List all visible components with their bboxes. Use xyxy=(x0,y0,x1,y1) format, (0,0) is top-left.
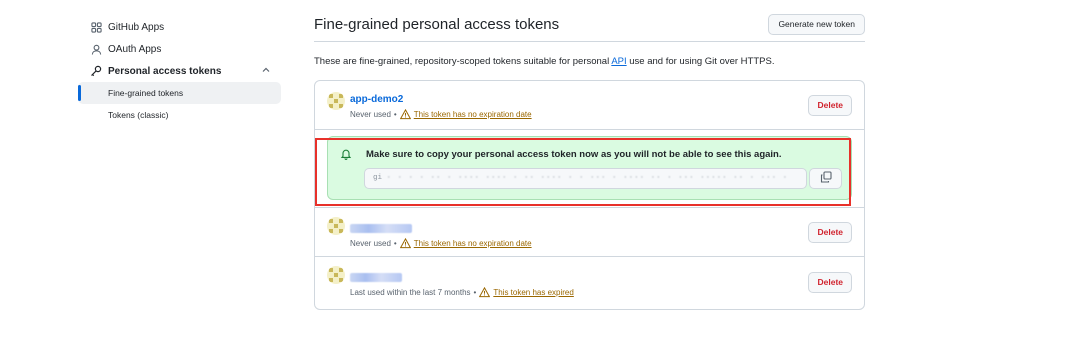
token-warning-link[interactable]: This token has expired xyxy=(493,288,574,297)
generate-new-token-button[interactable]: Generate new token xyxy=(768,14,865,35)
meta-separator: • xyxy=(473,288,477,297)
copy-token-flash: Make sure to copy your personal access t… xyxy=(327,136,852,200)
sidebar-item-tokens-classic[interactable]: Tokens (classic) xyxy=(78,104,281,126)
token-row: Never used • This token has no expiratio… xyxy=(315,208,864,257)
sidebar-sub-label: Tokens (classic) xyxy=(108,110,169,120)
main-content: Fine-grained personal access tokens Gene… xyxy=(314,14,865,310)
sidebar-item-github-apps[interactable]: GitHub Apps xyxy=(78,16,281,38)
sidebar-item-label: OAuth Apps xyxy=(108,43,162,55)
avatar xyxy=(327,92,345,110)
delete-button[interactable]: Delete xyxy=(808,95,852,116)
token-row: Last used within the last 7 months • Thi… xyxy=(315,257,864,309)
bell-icon xyxy=(340,148,352,160)
apps-icon xyxy=(90,21,102,33)
token-meta: Never used • This token has no expiratio… xyxy=(350,108,532,120)
description-text: These are fine-grained, repository-scope… xyxy=(314,56,612,67)
sidebar-item-label: GitHub Apps xyxy=(108,21,165,33)
token-warning-link[interactable]: This token has no expiration date xyxy=(414,239,532,248)
api-link[interactable]: API xyxy=(611,56,626,67)
avatar xyxy=(327,217,345,235)
meta-separator: • xyxy=(393,239,397,248)
alert-icon xyxy=(399,237,411,249)
token-row: app-demo2 Never used • This token has no… xyxy=(315,81,864,130)
token-prefix: gi xyxy=(373,174,383,182)
page-header: Fine-grained personal access tokens Gene… xyxy=(314,14,865,42)
token-name-redacted[interactable] xyxy=(350,224,412,233)
description-text-end: use and for using Git over HTTPS. xyxy=(626,56,775,67)
sidebar-item-label: Personal access tokens xyxy=(108,65,222,77)
token-status: Never used xyxy=(350,110,391,119)
settings-sidebar: GitHub Apps OAuth Apps Personal access t… xyxy=(78,16,281,126)
alert-icon xyxy=(479,286,491,298)
token-meta: Last used within the last 7 months • Thi… xyxy=(350,286,574,298)
key-icon xyxy=(90,65,102,77)
token-suffix: ivHj xyxy=(780,188,798,189)
token-status: Last used within the last 7 months xyxy=(350,288,471,297)
token-name-redacted[interactable] xyxy=(350,273,402,282)
flash-message: Make sure to copy your personal access t… xyxy=(366,149,782,160)
delete-button[interactable]: Delete xyxy=(808,272,852,293)
avatar xyxy=(327,266,345,284)
token-name-link[interactable]: app-demo2 xyxy=(350,94,403,105)
chevron-up-icon[interactable] xyxy=(261,65,273,77)
person-icon xyxy=(90,43,102,55)
token-status: Never used xyxy=(350,239,391,248)
alert-icon xyxy=(399,108,411,120)
token-warning-link[interactable]: This token has no expiration date xyxy=(414,110,532,119)
page-description: These are fine-grained, repository-scope… xyxy=(314,56,865,67)
token-list: app-demo2 Never used • This token has no… xyxy=(314,80,865,310)
token-value-field[interactable]: gi · · · · ·· · ···· ···· · ·· ···· · · … xyxy=(364,168,807,189)
copy-icon xyxy=(820,171,832,186)
copy-token-button[interactable] xyxy=(809,168,842,189)
token-flash-row: Make sure to copy your personal access t… xyxy=(315,130,864,208)
sidebar-item-personal-access-tokens[interactable]: Personal access tokens xyxy=(78,60,281,82)
token-meta: Never used • This token has no expiratio… xyxy=(350,237,532,249)
meta-separator: • xyxy=(393,110,397,119)
page-title: Fine-grained personal access tokens xyxy=(314,16,560,33)
sidebar-sub-label: Fine-grained tokens xyxy=(108,88,184,98)
sidebar-item-fine-grained-tokens[interactable]: Fine-grained tokens xyxy=(78,82,281,104)
token-redacted: · · · · ·· · ···· ···· · ·· ···· · · ···… xyxy=(386,174,789,182)
delete-button[interactable]: Delete xyxy=(808,222,852,243)
sidebar-item-oauth-apps[interactable]: OAuth Apps xyxy=(78,38,281,60)
